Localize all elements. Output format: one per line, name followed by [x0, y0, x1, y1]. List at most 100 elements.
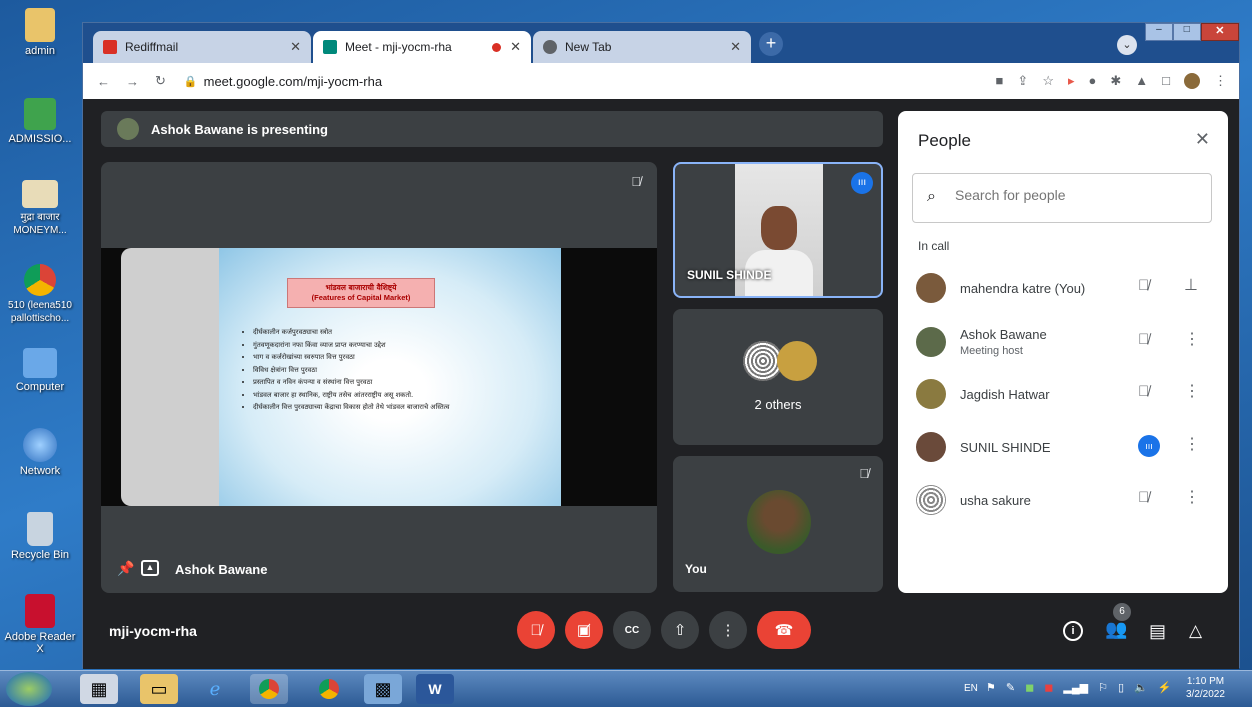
avatar	[916, 432, 946, 462]
explorer-icon[interactable]: ▭	[140, 674, 178, 704]
camera-toggle-button[interactable]: ▣̸	[565, 611, 603, 649]
slide-bullets: दीर्घकालीन कर्जपुरवठ्याचा स्त्रोत गुंतवण…	[253, 326, 553, 414]
participant-row[interactable]: SUNIL SHINDE ııı ⋮	[916, 428, 1216, 468]
sidepanel-icon[interactable]: □	[1162, 73, 1170, 89]
section-label: In call	[918, 239, 950, 253]
signal-icon[interactable]: ▂▄▆	[1063, 681, 1088, 694]
avatar	[916, 327, 946, 357]
desktop-icon-admission[interactable]: ADMISSIO...	[4, 98, 76, 145]
url-field[interactable]: meet.google.com/mji-yocm-rha	[204, 74, 382, 89]
participant-row[interactable]: usha sakure 🎙̸ ⋮	[916, 481, 1216, 521]
forward-icon[interactable]: →	[126, 74, 139, 89]
extension-icon[interactable]: ●	[1089, 73, 1097, 89]
language-indicator[interactable]: EN	[964, 683, 978, 694]
desktop-icon-network[interactable]: Network	[4, 428, 76, 477]
pdf-icon	[25, 594, 55, 628]
chrome-icon[interactable]	[310, 674, 348, 704]
recording-icon	[492, 42, 501, 52]
desktop-icon-admin[interactable]: admin	[4, 8, 76, 57]
search-people-field[interactable]: ⌕	[912, 173, 1212, 223]
tray-app-icon[interactable]: ◼	[1025, 681, 1034, 694]
star-icon[interactable]: ☆	[1042, 73, 1054, 89]
tab-rediffmail[interactable]: Rediffmail ✕	[93, 31, 311, 63]
tab-new-tab[interactable]: New Tab ✕	[533, 31, 751, 63]
folder-icon	[25, 8, 55, 42]
document-icon	[22, 180, 58, 208]
tray-app-icon[interactable]: ◼	[1044, 681, 1053, 694]
minimize-button[interactable]: –	[1145, 23, 1173, 41]
extension-icon[interactable]: ▸	[1068, 73, 1075, 89]
action-center-icon[interactable]: ⚐	[1098, 681, 1108, 694]
reload-icon[interactable]: ↻	[155, 73, 166, 89]
more-options-icon[interactable]: ⋮	[1184, 329, 1200, 349]
participant-row[interactable]: Jagdish Hatwar 🎙̸ ⋮	[916, 375, 1216, 415]
presentation-tile[interactable]: 🎙̸ भांडवल बाजाराची वैशिष्ट्ये (Features …	[101, 162, 657, 593]
close-tab-icon[interactable]: ✕	[730, 39, 741, 55]
mic-toggle-button[interactable]: 🎙̸	[517, 611, 555, 649]
rediffmail-icon	[103, 40, 117, 54]
start-button[interactable]	[6, 672, 52, 706]
new-tab-button[interactable]: +	[759, 32, 783, 56]
close-tab-icon[interactable]: ✕	[510, 39, 521, 55]
search-input[interactable]	[955, 187, 1195, 203]
pin-icon[interactable]: 📌	[117, 560, 134, 577]
ie-icon[interactable]: ℯ	[196, 674, 234, 704]
participant-row[interactable]: mahendra katre (You) 🎙̸ ⊥	[916, 269, 1216, 309]
puzzle-icon[interactable]: ✱	[1110, 73, 1121, 89]
more-options-icon[interactable]: ⋮	[1184, 381, 1200, 401]
computer-icon	[23, 348, 57, 378]
participant-name: SUNIL SHINDE	[960, 440, 1051, 455]
presenting-text: Ashok Bawane is presenting	[151, 122, 328, 137]
meeting-info-icon[interactable]: i	[1063, 621, 1083, 641]
tab-title: Rediffmail	[125, 40, 179, 54]
more-options-button[interactable]: ⋮	[709, 611, 747, 649]
more-options-icon[interactable]: ⋮	[1184, 434, 1200, 454]
tray-pen-icon[interactable]: ✎	[1006, 681, 1015, 694]
power-icon[interactable]: ⚡	[1158, 681, 1172, 694]
flask-icon[interactable]: ▲	[1135, 73, 1148, 89]
chat-icon[interactable]: ▤	[1149, 621, 1166, 642]
more-options-icon[interactable]: ⋮	[1184, 487, 1200, 507]
close-icon[interactable]: ✕	[1195, 129, 1210, 150]
battery-icon[interactable]: ▯	[1118, 681, 1124, 694]
present-button[interactable]: ⇧	[661, 611, 699, 649]
people-icon[interactable]: 👥	[1105, 619, 1127, 640]
camera-icon[interactable]: ■	[996, 73, 1004, 89]
avatar	[117, 118, 139, 140]
shared-screen: भांडवल बाजाराची वैशिष्ट्ये (Features of …	[101, 248, 657, 506]
slide-bullet: भांडवल बाजार हा स्थानिक, राष्ट्रीय तसेच …	[253, 389, 553, 402]
active-speaker-tile[interactable]: ııı SUNIL SHINDE	[673, 162, 883, 298]
activities-icon[interactable]: △	[1189, 621, 1202, 641]
menu-kebab-icon[interactable]: ⋮	[1214, 73, 1227, 89]
clock[interactable]: 1:10 PM 3/2/2022	[1186, 675, 1225, 701]
self-tile[interactable]: 🎙̸ You	[673, 456, 883, 592]
back-icon[interactable]: ←	[97, 74, 110, 89]
desktop-icon-chrome-profile[interactable]: 510 (leena510 pallottischo...	[4, 264, 76, 325]
others-tile[interactable]: 2 others	[673, 309, 883, 445]
participant-row[interactable]: Ashok Bawane Meeting host 🎙̸ ⋮	[916, 323, 1216, 363]
word-icon[interactable]: W	[416, 674, 454, 704]
desktop-icon-computer[interactable]: Computer	[4, 348, 76, 393]
leave-call-button[interactable]: ☎	[757, 611, 811, 649]
desktop-icon-moneymarket[interactable]: मुद्रा बाजार MONEYM...	[4, 180, 76, 237]
close-window-button[interactable]: ✕	[1200, 23, 1239, 41]
share-icon[interactable]: ⇪	[1017, 73, 1028, 89]
close-tab-icon[interactable]: ✕	[290, 39, 301, 55]
control-panel-icon[interactable]: ▩	[364, 674, 402, 704]
pin-icon[interactable]: ⊥	[1184, 275, 1198, 295]
tray-flag-icon[interactable]: ⚑	[986, 681, 996, 694]
calculator-icon[interactable]: ▦	[80, 674, 118, 704]
desktop-icon-adobe-reader[interactable]: Adobe Reader X	[4, 594, 76, 655]
chrome-icon[interactable]	[250, 674, 288, 704]
slide-title-box: भांडवल बाजाराची वैशिष्ट्ये (Features of …	[287, 278, 435, 308]
captions-button[interactable]: CC	[613, 611, 651, 649]
tab-meet[interactable]: Meet - mji-yocm-rha ✕	[313, 31, 531, 63]
desktop-icon-recycle-bin[interactable]: Recycle Bin	[4, 512, 76, 561]
presenting-banner: Ashok Bawane is presenting	[101, 111, 883, 147]
tab-search-icon[interactable]: ⌄	[1117, 35, 1137, 55]
profile-avatar[interactable]	[1184, 73, 1200, 89]
mic-off-icon: 🎙̸	[1138, 277, 1150, 294]
meet-icon	[323, 40, 337, 54]
volume-icon[interactable]: 🔈	[1134, 681, 1148, 694]
maximize-button[interactable]: □	[1172, 23, 1201, 41]
